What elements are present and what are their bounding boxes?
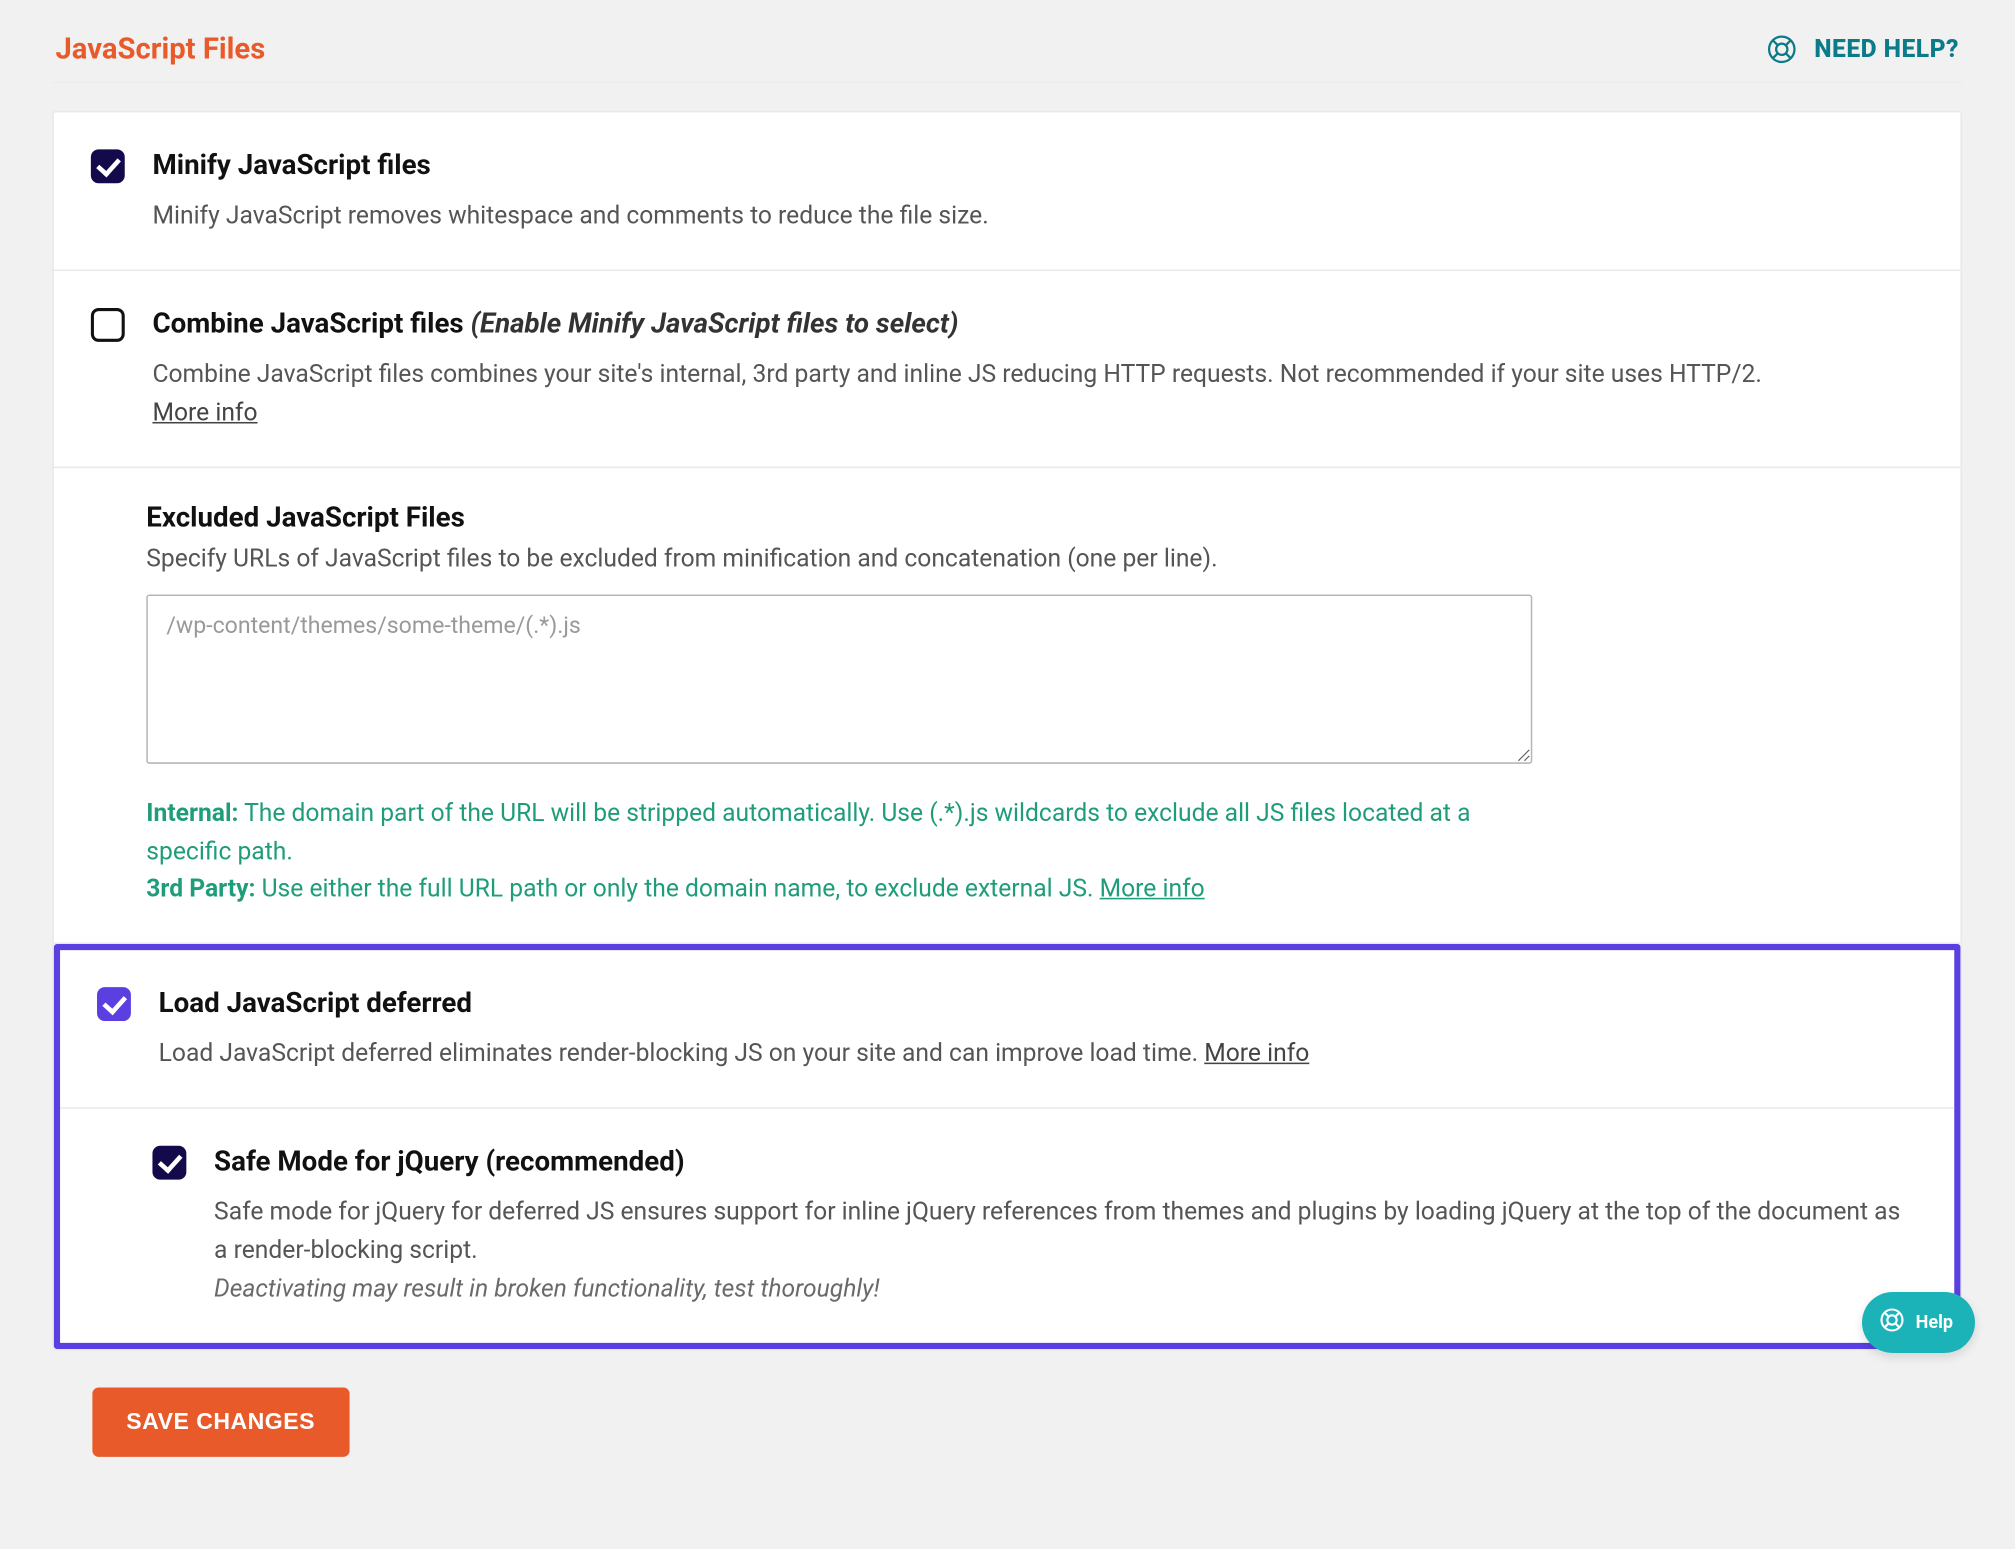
help-widget-label: Help (1916, 1312, 1953, 1333)
section-title: JavaScript Files (55, 31, 265, 66)
safe-mode-warn: Deactivating may result in broken functi… (214, 1273, 880, 1302)
defer-title: Load JavaScript deferred (159, 984, 1918, 1023)
combine-desc: Combine JavaScript files combines your s… (152, 356, 1923, 432)
minify-title: Minify JavaScript files (152, 146, 1923, 185)
option-minify: Minify JavaScript files Minify JavaScrip… (54, 112, 1961, 271)
combine-desc-text: Combine JavaScript files combines your s… (152, 359, 1761, 388)
option-safe-mode: Safe Mode for jQuery (recommended) Safe … (60, 1109, 1954, 1342)
hint-third-more-link[interactable]: More info (1100, 874, 1205, 903)
help-widget[interactable]: Help (1862, 1292, 1975, 1353)
minify-checkbox[interactable] (91, 149, 125, 183)
defer-desc-text: Load JavaScript deferred eliminates rend… (159, 1038, 1205, 1067)
excluded-title: Excluded JavaScript Files (146, 502, 1923, 534)
lifebuoy-icon (1878, 1306, 1906, 1339)
hint-internal-text: The domain part of the URL will be strip… (146, 797, 1470, 864)
highlight-box: Load JavaScript deferred Load JavaScript… (54, 944, 1961, 1348)
lifebuoy-icon (1765, 32, 1799, 66)
combine-title: Combine JavaScript files (Enable Minify … (152, 305, 1923, 344)
minify-desc: Minify JavaScript removes whitespace and… (152, 197, 1923, 235)
combine-checkbox[interactable] (91, 308, 125, 342)
options-panel: Minify JavaScript files Minify JavaScrip… (52, 111, 1962, 1350)
option-excluded: Excluded JavaScript Files Specify URLs o… (54, 468, 1961, 944)
hint-third-label: 3rd Party: (146, 874, 255, 903)
combine-more-link[interactable]: More info (152, 397, 257, 426)
save-button[interactable]: SAVE CHANGES (92, 1387, 348, 1456)
hint-internal-label: Internal: (146, 797, 238, 826)
defer-checkbox[interactable] (97, 987, 131, 1021)
need-help-label: NEED HELP? (1814, 34, 1959, 63)
settings-page: JavaScript Files NEED HELP? Minify JavaS… (52, 0, 1962, 1549)
need-help-link[interactable]: NEED HELP? (1765, 32, 1959, 66)
safe-mode-desc: Safe mode for jQuery for deferred JS ens… (214, 1194, 1917, 1309)
combine-hint: (Enable Minify JavaScript files to selec… (471, 308, 959, 340)
safe-mode-desc-text: Safe mode for jQuery for deferred JS ens… (214, 1197, 1900, 1264)
excluded-hints: Internal: The domain part of the URL wil… (146, 794, 1532, 909)
option-defer: Load JavaScript deferred Load JavaScript… (60, 950, 1954, 1109)
excluded-desc: Specify URLs of JavaScript files to be e… (146, 543, 1923, 572)
safe-mode-checkbox[interactable] (152, 1146, 186, 1180)
hint-third-text: Use either the full URL path or only the… (262, 874, 1100, 903)
option-combine: Combine JavaScript files (Enable Minify … (54, 271, 1961, 468)
save-row: SAVE CHANGES (52, 1387, 1962, 1456)
combine-title-text: Combine JavaScript files (152, 308, 463, 340)
section-header: JavaScript Files NEED HELP? (52, 31, 1962, 83)
safe-mode-title: Safe Mode for jQuery (recommended) (214, 1143, 1917, 1182)
defer-more-link[interactable]: More info (1204, 1038, 1309, 1067)
defer-desc: Load JavaScript deferred eliminates rend… (159, 1035, 1918, 1073)
excluded-textarea[interactable] (146, 594, 1532, 763)
